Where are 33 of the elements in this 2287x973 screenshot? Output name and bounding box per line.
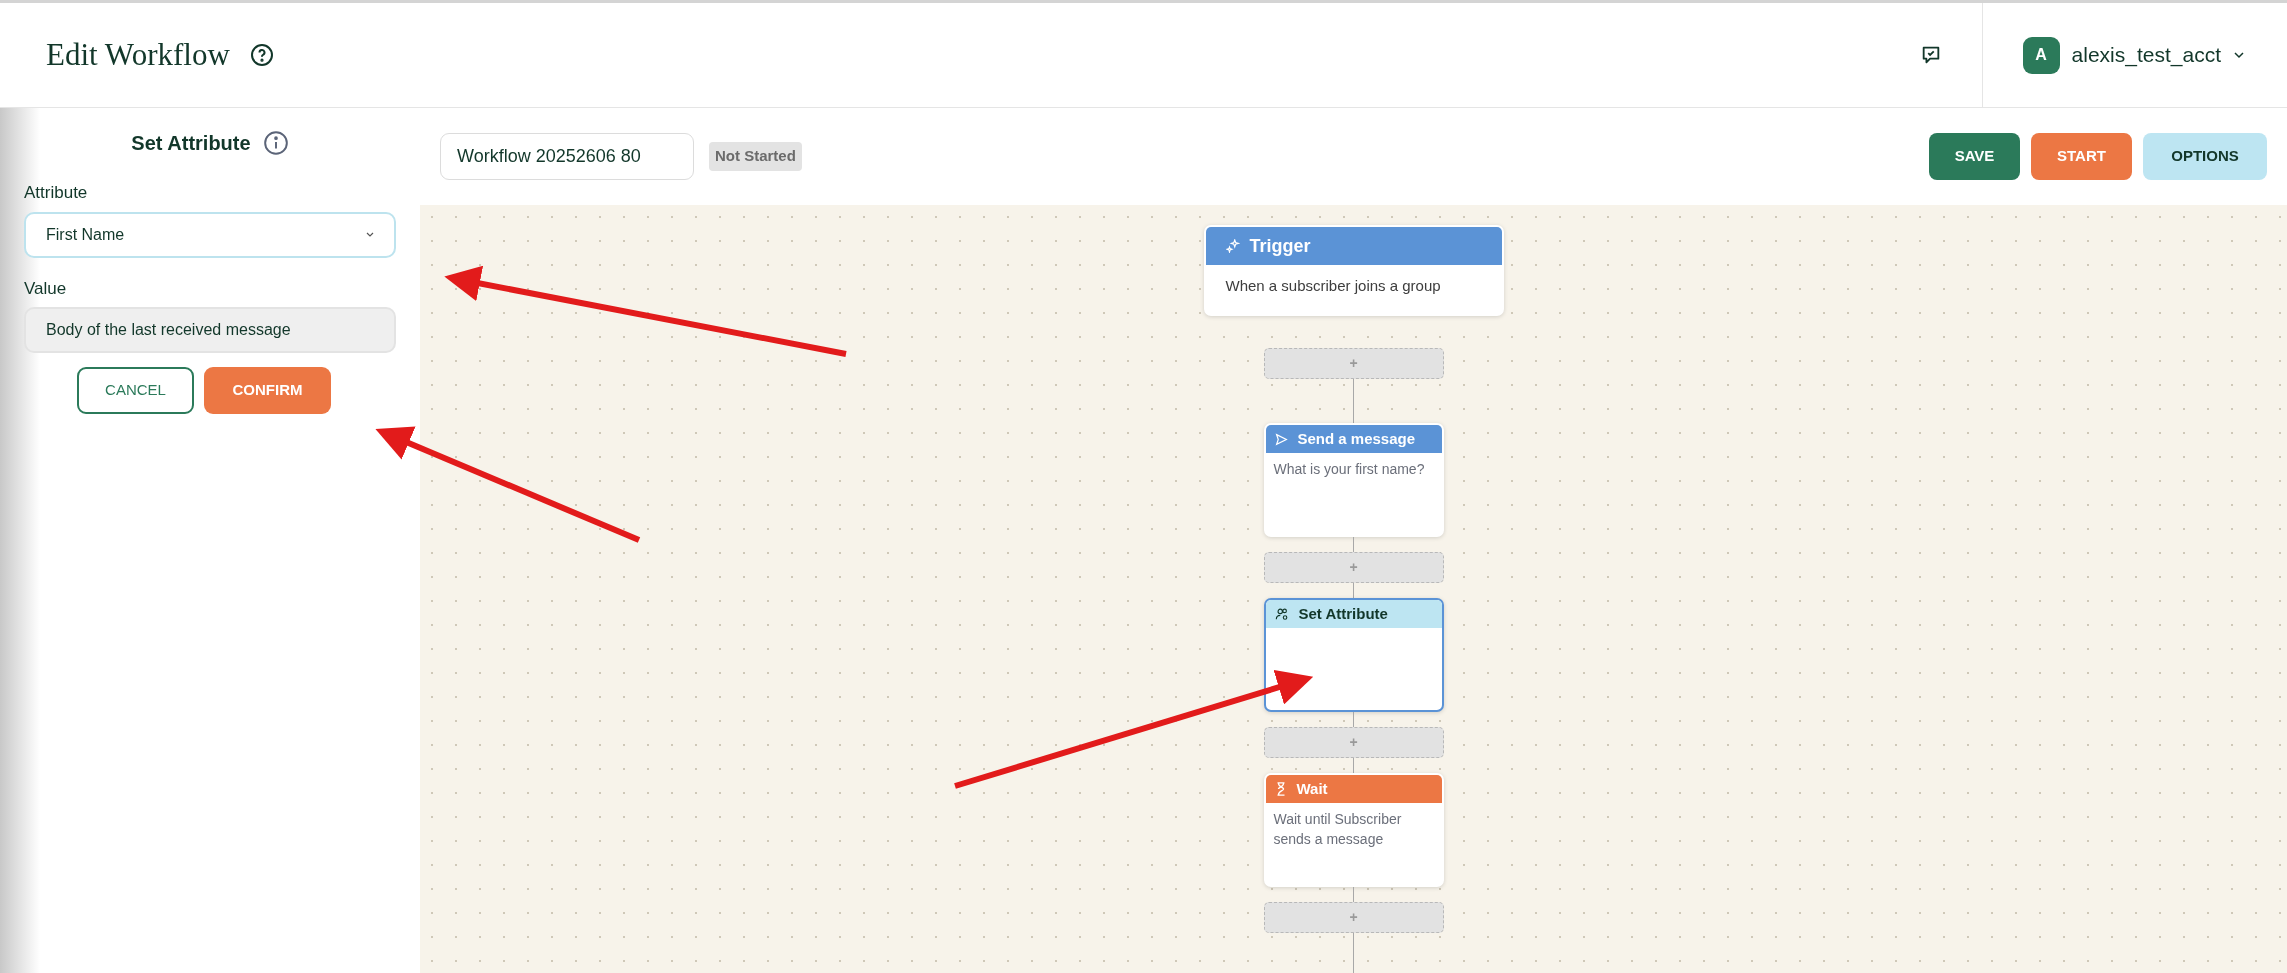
info-icon[interactable] bbox=[262, 130, 289, 156]
options-button[interactable]: OPTIONS bbox=[2143, 133, 2267, 180]
workflow-name-field[interactable]: Workflow 20252606 80 bbox=[440, 133, 694, 180]
cancel-button[interactable]: CANCEL bbox=[77, 367, 194, 414]
chevron-down-icon[interactable] bbox=[2233, 51, 2245, 59]
field-label: Attribute bbox=[24, 182, 89, 204]
field-label: Value bbox=[24, 277, 68, 300]
workflow-node[interactable]: Trigger When a subscriber joins a group bbox=[1203, 225, 1504, 316]
workflow-node[interactable]: Send a message What is your first name? bbox=[1263, 423, 1444, 538]
sparkle-icon bbox=[1225, 239, 1240, 253]
attribute-select[interactable]: First Name bbox=[24, 211, 396, 258]
save-button[interactable]: SAVE bbox=[1929, 133, 2020, 180]
node-description: Wait until Subscriber sends a message bbox=[1272, 810, 1403, 850]
account-name[interactable]: alexis_test_acct bbox=[2071, 39, 2221, 71]
help-icon[interactable] bbox=[249, 43, 274, 67]
chevron-down-icon[interactable] bbox=[366, 231, 374, 238]
status-badge: Not Started bbox=[709, 142, 802, 171]
workflow-node[interactable]: Set Attribute bbox=[1263, 598, 1444, 713]
panel-title: Set Attribute bbox=[131, 131, 251, 156]
value-field[interactable]: Body of the last received message bbox=[24, 307, 396, 353]
start-button[interactable]: START bbox=[2031, 133, 2132, 180]
node-title: Wait bbox=[1296, 778, 1328, 799]
node-description: What is your first name? bbox=[1272, 460, 1426, 480]
send-icon bbox=[1274, 432, 1288, 446]
node-title: Trigger bbox=[1249, 234, 1311, 258]
node-description: When a subscriber joins a group bbox=[1224, 276, 1442, 296]
node-title: Send a message bbox=[1297, 429, 1416, 450]
confirm-button[interactable]: CONFIRM bbox=[204, 367, 331, 414]
users-icon bbox=[1274, 607, 1289, 622]
workflow-node[interactable]: Wait Wait until Subscriber sends a message bbox=[1263, 773, 1444, 888]
node-title: Set Attribute bbox=[1298, 603, 1388, 624]
page-title: Edit Workflow bbox=[46, 35, 230, 74]
avatar[interactable]: A bbox=[2022, 36, 2060, 74]
